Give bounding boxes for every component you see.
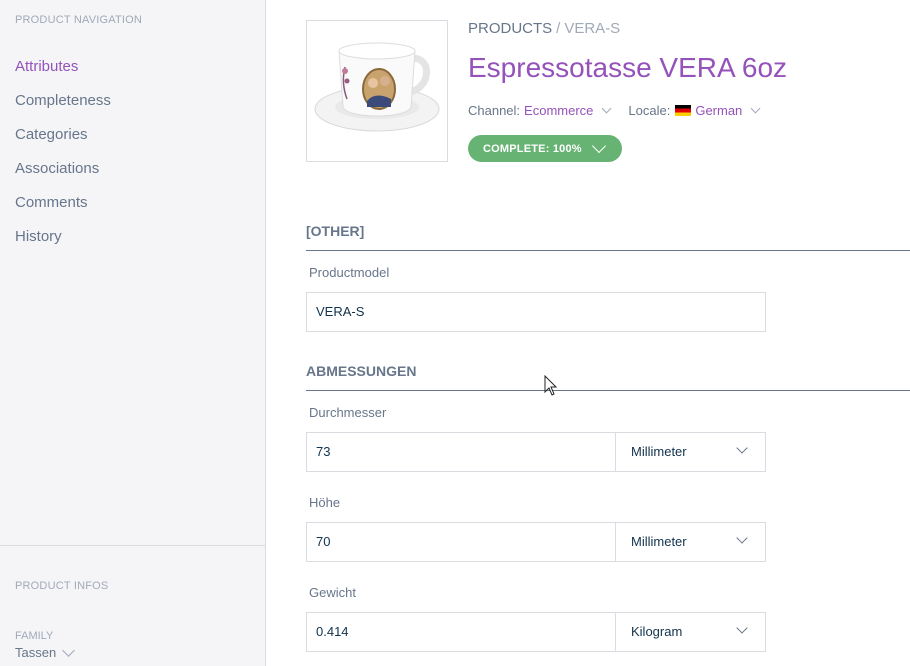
product-navigation-title: PRODUCT NAVIGATION	[15, 14, 143, 26]
sidebar-divider	[0, 545, 265, 546]
productmodel-label: Productmodel	[309, 265, 390, 280]
sidebar-item-categories[interactable]: Categories	[15, 124, 111, 158]
hoehe-field[interactable]: 70	[306, 522, 616, 562]
breadcrumb-current: VERA-S	[564, 20, 621, 37]
page-title: Espressotasse VERA 6oz	[468, 52, 788, 83]
chevron-down-icon	[62, 644, 76, 657]
channel-dropdown[interactable]: Ecommerce	[524, 103, 593, 118]
hoehe-unit-select[interactable]: Millimeter	[615, 522, 766, 562]
completeness-label: COMPLETE: 100%	[483, 142, 582, 155]
section-divider	[306, 250, 910, 251]
section-divider	[306, 390, 910, 391]
sidebar-item-comments[interactable]: Comments	[15, 192, 111, 226]
chevron-down-icon	[736, 622, 748, 634]
product-image[interactable]	[306, 20, 448, 162]
context-switcher: Channel: Ecommerce Locale: German	[468, 103, 777, 118]
product-sidebar: PRODUCT NAVIGATION Attributes Completene…	[0, 0, 266, 666]
flag-de-icon	[675, 105, 692, 116]
family-value: Tassen	[15, 645, 57, 660]
durchmesser-field[interactable]: 73	[306, 432, 616, 472]
product-navigation-list: Attributes Completeness Categories Assoc…	[15, 56, 111, 260]
chevron-down-icon	[591, 138, 606, 153]
chevron-down-icon[interactable]	[601, 103, 612, 114]
sidebar-item-history[interactable]: History	[15, 226, 111, 260]
productmodel-field[interactable]: VERA-S	[306, 292, 766, 332]
locale-dropdown[interactable]: German	[695, 103, 742, 118]
durchmesser-unit-value: Millimeter	[631, 444, 687, 459]
sidebar-item-attributes[interactable]: Attributes	[15, 56, 111, 90]
product-infos-title: PRODUCT INFOS	[15, 580, 109, 592]
chevron-down-icon	[736, 442, 748, 454]
mouse-cursor-icon	[544, 375, 558, 396]
channel-label: Channel:	[468, 103, 521, 118]
breadcrumb-products-link[interactable]: PRODUCTS	[468, 20, 552, 37]
durchmesser-unit-select[interactable]: Millimeter	[615, 432, 766, 472]
durchmesser-label: Durchmesser	[309, 405, 387, 420]
gewicht-unit-select[interactable]: Kilogram	[615, 612, 766, 652]
locale-label: Locale:	[628, 103, 671, 118]
sidebar-item-associations[interactable]: Associations	[15, 158, 111, 192]
gewicht-field[interactable]: 0.414	[306, 612, 616, 652]
sidebar-item-completeness[interactable]: Completeness	[15, 90, 111, 124]
section-title-abmessungen: ABMESSUNGEN	[306, 363, 417, 379]
section-title-other: [OTHER]	[306, 223, 365, 239]
hoehe-label: Höhe	[309, 495, 341, 510]
chevron-down-icon	[736, 532, 748, 544]
breadcrumb: PRODUCTS / VERA-S	[468, 20, 620, 37]
family-label: FAMILY	[15, 630, 54, 642]
completeness-badge[interactable]: COMPLETE: 100%	[468, 135, 622, 162]
family-dropdown[interactable]: Tassen	[15, 644, 76, 660]
gewicht-unit-value: Kilogram	[631, 624, 683, 639]
breadcrumb-separator: /	[556, 20, 561, 37]
hoehe-unit-value: Millimeter	[631, 534, 687, 549]
espresso-cup-image	[314, 42, 440, 132]
chevron-down-icon[interactable]	[750, 103, 761, 114]
gewicht-label: Gewicht	[309, 585, 356, 600]
